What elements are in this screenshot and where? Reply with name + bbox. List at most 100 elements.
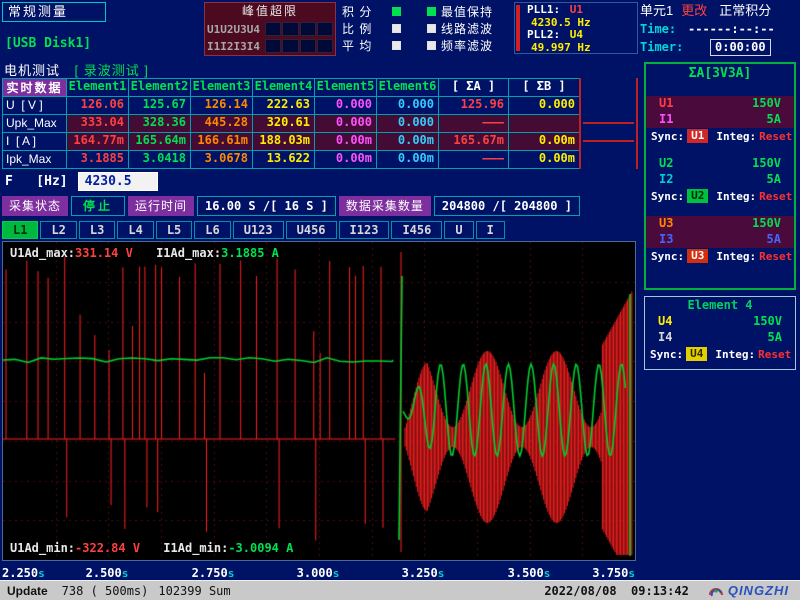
toggle-panel: 积 分 最值保持 比 例 线路滤波 平 均 频率滤波 [342,3,493,54]
table-corner: 实时数据 [3,79,67,97]
row-label-i: I [ A ] [3,133,67,151]
cell-i-sigma-a: 165.67m [439,133,509,151]
toggle-label-max-hold: 最值保持 [441,3,493,20]
cell-ipk-e2: 3.0418 [129,151,191,169]
element4-title: Element 4 [645,298,795,314]
sync-source-badge[interactable]: U3 [687,249,708,263]
cell-i-e6: 0.00m [377,133,439,151]
col-header-element5: Element5 [315,79,377,97]
sync-label: Sync: [650,348,683,361]
sync-source-badge[interactable]: U4 [686,347,707,361]
change-button[interactable]: 更改 [681,2,707,20]
col-header-sigma-a: [ ΣA ] [439,79,509,97]
u1-max-value: 331.14 V [75,246,133,260]
cell-upk-e5: 0.000 [315,115,377,133]
frequency-readout: F [Hz] 4230.5 [5,171,158,191]
tab-u123[interactable]: U123 [233,221,284,239]
cell-ipk-e1: 3.1885 [67,151,129,169]
element4-panel: Element 4 U4150V I45A Sync: U4 Integ: Re… [644,296,796,370]
cell-upk-e3: 445.28 [191,115,253,133]
u4-channel-label: U4 [658,314,672,330]
i3-channel-label: I3 [659,232,673,248]
integ-reset-button[interactable]: Reset [759,130,792,143]
col-header-element4: Element4 [253,79,315,97]
i3-range-value: 5A [767,232,781,248]
peak-current-cells [265,39,333,53]
tab-l2[interactable]: L2 [40,221,76,239]
cell-i-e5: 0.00m [315,133,377,151]
col-header-element3: Element3 [191,79,253,97]
cell-upk-sigma-a: ——— [439,115,509,133]
update-label: Update [7,584,48,598]
waveform-min-readout: U1Ad_min:-322.84 V I1Ad_min:-3.0094 A [10,541,293,555]
tab-l6[interactable]: L6 [194,221,230,239]
max-hold-checkbox[interactable] [427,7,436,16]
cell-u-sigma-b: 0.000 [509,97,580,115]
timer-label: Timer: [640,40,688,54]
x-axis-labels: 2.250s 2.500s 2.750s 3.000s 3.250s 3.500… [2,564,636,579]
integ-reset-button[interactable]: Reset [758,348,791,361]
table-side-strip [579,78,638,169]
line-filter-checkbox[interactable] [427,24,436,33]
integration-checkbox[interactable] [392,7,401,16]
realtime-data-table: 实时数据 Element1 Element2 Element3 Element4… [2,78,579,169]
acq-status-label: 采集状态 [2,196,68,216]
sync-label: Sync: [651,130,684,143]
u3-channel-label: U3 [659,216,673,232]
integ-label: Integ: [715,348,755,361]
integ-label: Integ: [716,130,756,143]
peak-voltage-cells [265,22,333,36]
pll1-label: PLL1: [527,3,560,16]
i2-channel-label: I2 [659,172,673,188]
u1-channel-label: U1 [659,96,673,112]
integ-label: Integ: [716,190,756,203]
sigma-a-wiring-panel: ΣA[3V3A] U1150V I15A Sync: U1 Integ: Res… [644,62,796,290]
cell-u-e5: 0.000 [315,97,377,115]
tab-l5[interactable]: L5 [156,221,192,239]
col-header-element2: Element2 [129,79,191,97]
tab-l4[interactable]: L4 [117,221,153,239]
cell-ipk-sigma-b: 0.00m [509,151,580,169]
freq-filter-checkbox[interactable] [427,41,436,50]
pll-indicator-stripe [516,5,520,51]
peak-row-current: I1I2I3I4 [207,38,333,54]
cell-u-e3: 126.14 [191,97,253,115]
u1-min-value: -322.84 V [75,541,140,555]
ratio-checkbox[interactable] [392,24,401,33]
cell-ipk-e4: 13.622 [253,151,315,169]
pll2-row: PLL2: U4 49.997 Hz [515,28,637,53]
u4-range-value: 150V [753,314,782,330]
waveform-plot: U1Ad_max:331.14 V I1Ad_max:3.1885 A U1Ad… [2,241,636,561]
integ-reset-button[interactable]: Reset [759,250,792,263]
pll2-label: PLL2: [527,28,560,41]
row-label-u: U [ V ] [3,97,67,115]
cell-u-e1: 126.06 [67,97,129,115]
col-header-element6: Element6 [377,79,439,97]
tab-i123[interactable]: I123 [339,221,390,239]
frequency-value: 4230.5 [78,172,158,191]
tab-i[interactable]: I [476,221,505,239]
tab-u456[interactable]: U456 [286,221,337,239]
status-bar: Update 738 ( 500ms) 102399 Sum 2022/08/0… [0,580,800,600]
i1-min-value: -3.0094 A [228,541,293,555]
tab-l3[interactable]: L3 [79,221,115,239]
peak-voltage-channels: U1U2U3U4 [207,23,265,36]
average-checkbox[interactable] [392,41,401,50]
tab-l1[interactable]: L1 [2,221,38,239]
tab-u[interactable]: U [444,221,473,239]
i1-channel-label: I1 [659,112,673,128]
sync-source-badge[interactable]: U1 [687,129,708,143]
sample-sum: 102399 Sum [158,584,230,598]
cell-i-sigma-b: 0.00m [509,133,580,151]
integ-reset-button[interactable]: Reset [759,190,792,203]
wiring-group-2: U2150V I25A Sync: U2 Integ: Reset [646,156,794,204]
i2-range-value: 5A [767,172,781,188]
usb-disk-indicator: [USB Disk1] [5,36,91,51]
test-title: 电机测试 [4,63,60,78]
update-counter: 738 ( 500ms) [62,584,149,598]
frequency-label: F [Hz] [5,174,68,189]
tab-i456[interactable]: I456 [391,221,442,239]
strip-mark [583,140,634,142]
cell-ipk-e5: 0.00m [315,151,377,169]
sync-source-badge[interactable]: U2 [687,189,708,203]
